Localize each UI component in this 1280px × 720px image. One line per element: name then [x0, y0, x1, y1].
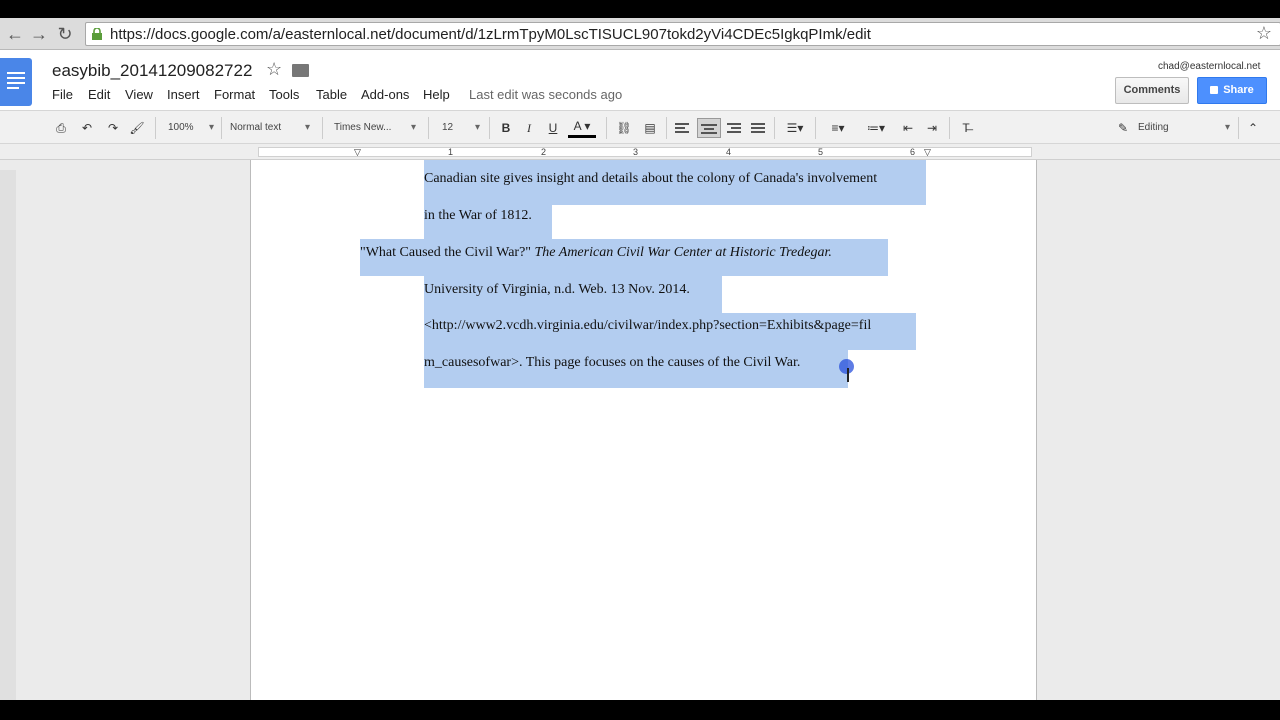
share-button[interactable]: Share [1197, 77, 1267, 104]
comment-icon[interactable]: ▤ [640, 118, 660, 138]
menu-format[interactable]: Format [214, 87, 255, 102]
screen-border-top [0, 0, 1280, 18]
separator [428, 117, 429, 139]
italic-button[interactable]: I [521, 118, 537, 138]
indent-marker-icon[interactable]: ▽ [354, 147, 361, 158]
menu-view[interactable]: View [125, 87, 153, 102]
lock-icon [92, 28, 102, 40]
text-line[interactable]: <http://www2.vcdh.virginia.edu/civilwar/… [424, 318, 871, 334]
separator [774, 117, 775, 139]
back-icon[interactable]: ← [4, 24, 26, 44]
screen: ← → ↻ https://docs.google.com/a/easternl… [0, 0, 1280, 720]
text-line[interactable]: m_causesofwar>. This page focuses on the… [424, 355, 800, 371]
menu-addons[interactable]: Add-ons [361, 87, 409, 102]
collapse-icon[interactable]: ⌃ [1244, 118, 1262, 138]
ruler-mark: 3 [633, 147, 639, 157]
clear-formatting-icon[interactable]: T̶ [956, 118, 976, 138]
font-size-select[interactable]: 12 [442, 118, 480, 138]
menu-help[interactable]: Help [423, 87, 450, 102]
comments-button[interactable]: Comments [1115, 77, 1189, 104]
bookmark-star-icon[interactable]: ☆ [1256, 23, 1272, 44]
citation-source: The American Civil War Center at Histori… [534, 245, 832, 260]
separator [322, 117, 323, 139]
star-icon[interactable]: ☆ [266, 59, 282, 80]
citation-title: "What Caused the Civil War?" [360, 245, 532, 260]
align-center-icon[interactable] [697, 118, 721, 138]
decrease-indent-icon[interactable]: ⇤ [898, 118, 918, 138]
separator [1238, 117, 1239, 139]
zoom-select[interactable]: 100% [168, 118, 214, 138]
screen-border-bottom [0, 700, 1280, 720]
text-line[interactable]: "What Caused the Civil War?" The America… [360, 245, 832, 261]
align-right-icon[interactable] [724, 118, 744, 138]
separator [221, 117, 222, 139]
ruler-mark: 6 [910, 147, 916, 157]
ruler-mark: 2 [541, 147, 547, 157]
side-panel-edge [0, 170, 16, 700]
ruler-mark: 1 [448, 147, 454, 157]
underline-button[interactable]: U [545, 118, 561, 138]
style-select[interactable]: Normal text [230, 118, 310, 138]
separator [666, 117, 667, 139]
text-line[interactable]: Canadian site gives insight and details … [424, 171, 877, 187]
paint-format-icon[interactable]: 🖌 [128, 118, 146, 138]
pencil-icon: ✎ [1117, 121, 1129, 135]
justify-icon[interactable] [748, 118, 768, 138]
menu-tools[interactable]: Tools [269, 87, 299, 102]
separator [815, 117, 816, 139]
font-select[interactable]: Times New... [334, 118, 416, 138]
folder-icon[interactable] [292, 64, 309, 77]
lock-icon [1210, 86, 1219, 94]
text-cursor-icon [847, 368, 849, 382]
text-color-button[interactable]: A ▾ [568, 118, 596, 138]
menu-insert[interactable]: Insert [167, 87, 200, 102]
ruler[interactable]: 1 2 3 4 5 6 ▽ ▽ [0, 144, 1280, 160]
ruler-mark: 4 [726, 147, 732, 157]
browser-toolbar: ← → ↻ https://docs.google.com/a/easternl… [0, 18, 1280, 50]
right-indent-marker-icon[interactable]: ▽ [924, 147, 931, 158]
link-icon[interactable]: ⛓ [614, 118, 634, 138]
align-left-icon[interactable] [672, 118, 692, 138]
account-email[interactable]: chad@easternlocal.net [1158, 61, 1260, 72]
ruler-track [258, 147, 1032, 157]
editing-mode-select[interactable]: Editing [1138, 118, 1230, 138]
menu-table[interactable]: Table [316, 87, 347, 102]
document-title[interactable]: easybib_20141209082722 [52, 61, 252, 81]
menu-file[interactable]: File [52, 87, 73, 102]
bold-button[interactable]: B [498, 118, 514, 138]
last-edit-status[interactable]: Last edit was seconds ago [469, 87, 622, 102]
address-bar[interactable]: https://docs.google.com/a/easternlocal.n… [85, 22, 1280, 46]
separator [155, 117, 156, 139]
menu-edit[interactable]: Edit [88, 87, 110, 102]
print-icon[interactable]: ⎙ [52, 118, 70, 138]
bulleted-list-icon[interactable]: ≔▾ [860, 118, 892, 138]
text-line[interactable]: University of Virginia, n.d. Web. 13 Nov… [424, 282, 690, 298]
separator [606, 117, 607, 139]
formatting-toolbar: ⎙ ↶ ↷ 🖌 100% Normal text Times New... 12… [0, 110, 1280, 144]
separator [949, 117, 950, 139]
undo-icon[interactable]: ↶ [78, 118, 96, 138]
url-text: https://docs.google.com/a/easternlocal.n… [110, 26, 871, 43]
reload-icon[interactable]: ↻ [54, 24, 76, 44]
docs-home-icon[interactable] [0, 58, 32, 106]
line-spacing-icon[interactable]: ☰▾ [780, 118, 810, 138]
numbered-list-icon[interactable]: ≡▾ [822, 118, 854, 138]
forward-icon[interactable]: → [28, 24, 50, 44]
share-label: Share [1223, 84, 1254, 96]
redo-icon[interactable]: ↷ [104, 118, 122, 138]
ruler-mark: 5 [818, 147, 824, 157]
increase-indent-icon[interactable]: ⇥ [922, 118, 942, 138]
separator [489, 117, 490, 139]
text-line[interactable]: in the War of 1812. [424, 208, 532, 224]
